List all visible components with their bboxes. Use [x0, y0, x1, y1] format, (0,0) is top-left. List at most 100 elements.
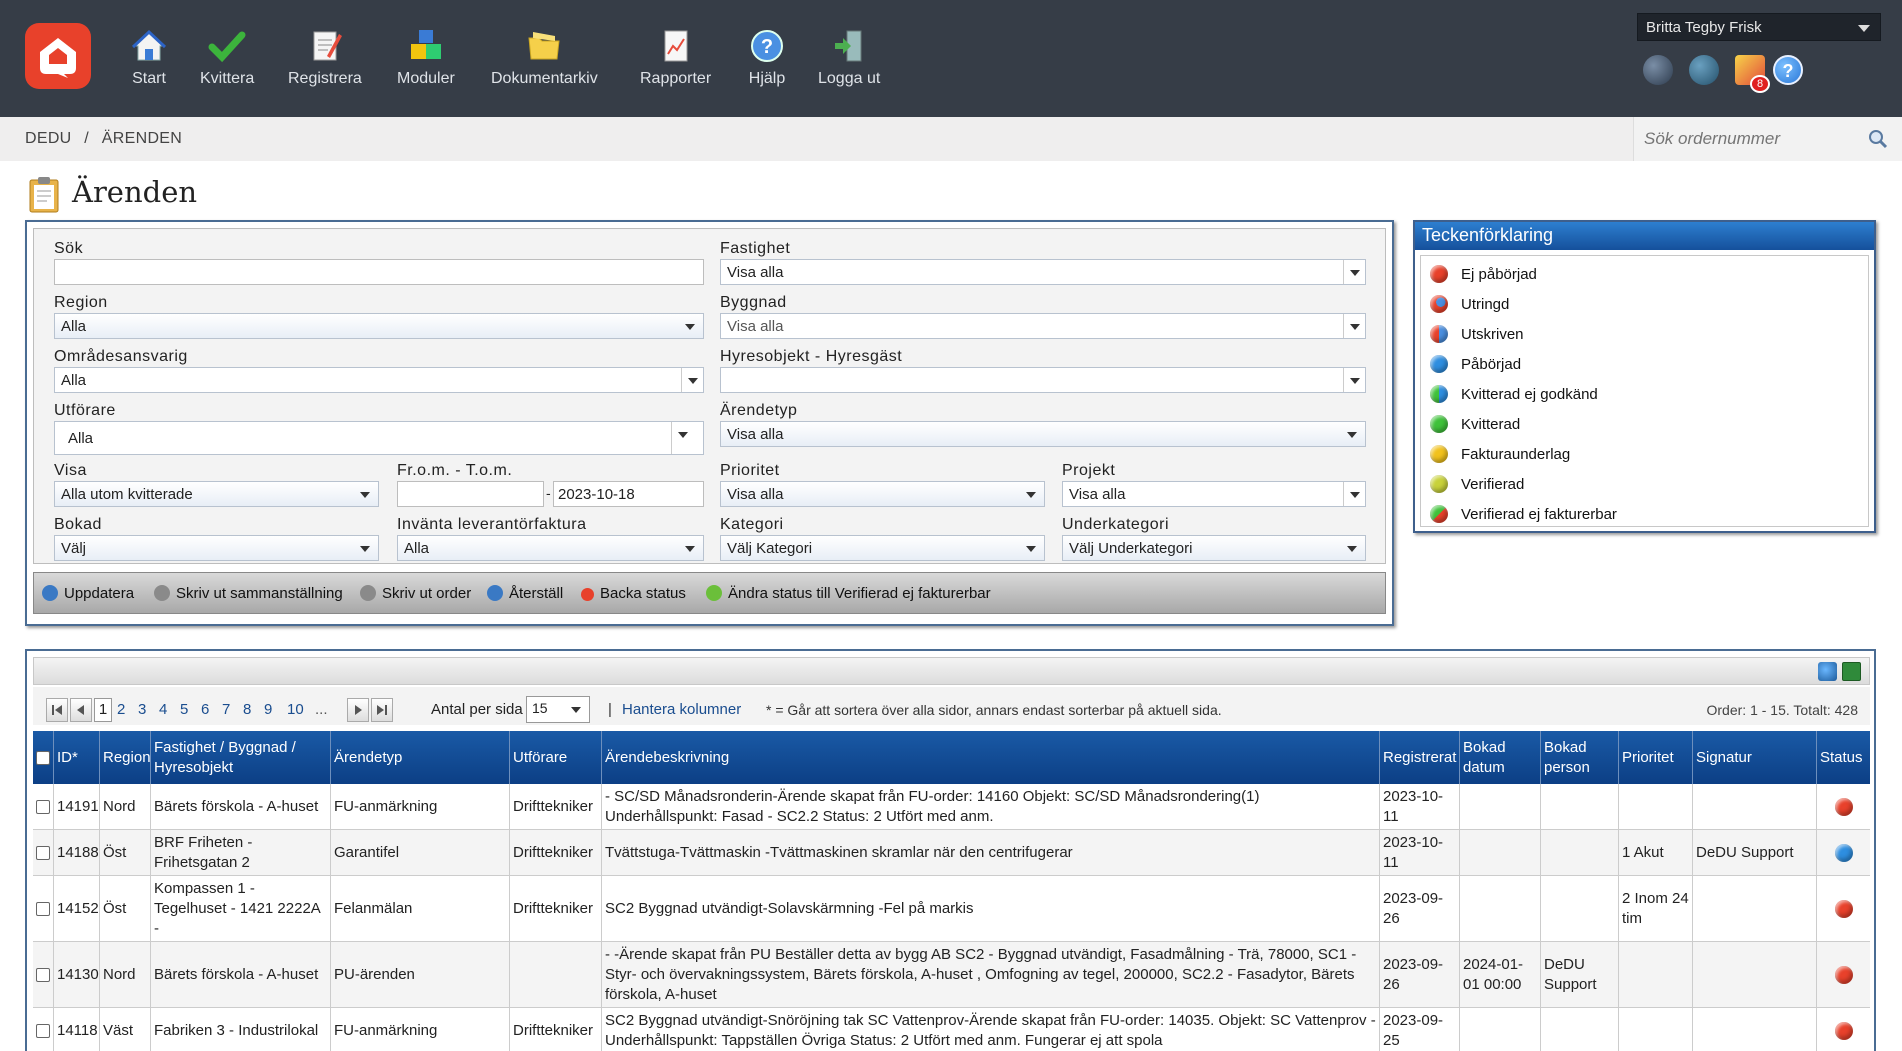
page-9[interactable]: 9 — [264, 701, 272, 718]
row-checkbox[interactable] — [36, 901, 50, 916]
prev-page-button[interactable] — [70, 698, 92, 722]
nav-label: Kvittera — [200, 70, 255, 87]
nav-kvittera[interactable]: Kvittera — [200, 26, 254, 88]
nav-dokumentarkiv[interactable]: Dokumentarkiv — [491, 26, 598, 88]
row-checkbox[interactable] — [36, 799, 50, 814]
map-export-icon[interactable] — [1818, 662, 1837, 681]
manage-columns-link[interactable]: Hantera kolumner — [622, 701, 741, 718]
cell-bdatum — [1460, 876, 1541, 941]
skriv-ut-sammanstallning-button[interactable]: Skriv ut sammanställning — [154, 585, 343, 602]
utforare-select[interactable]: Alla — [54, 421, 704, 455]
nav-start[interactable]: Start — [129, 26, 169, 88]
col-signatur[interactable]: Signatur — [1693, 731, 1817, 784]
page-3[interactable]: 3 — [138, 701, 146, 718]
col-utforare[interactable]: Utförare — [510, 731, 602, 784]
first-page-button[interactable] — [46, 698, 68, 722]
notifications-icon[interactable]: 8 — [1735, 55, 1770, 93]
per-page-select[interactable]: 15 — [526, 696, 590, 723]
chevron-down-icon — [1343, 260, 1365, 284]
nav-moduler[interactable]: Moduler — [397, 26, 455, 88]
sok-input[interactable] — [54, 259, 704, 285]
select-all-checkbox[interactable] — [36, 750, 50, 765]
chevron-down-icon — [1343, 482, 1365, 506]
col-beskrivning[interactable]: Ärendebeskrivning — [602, 731, 1380, 784]
col-id[interactable]: ID* — [54, 731, 100, 784]
bokad-value: Välj — [61, 540, 87, 557]
page-6[interactable]: 6 — [201, 701, 209, 718]
app-logo-icon[interactable] — [25, 23, 91, 89]
last-page-button[interactable] — [371, 698, 393, 722]
page-1[interactable]: 1 — [94, 698, 112, 722]
page-7[interactable]: 7 — [222, 701, 230, 718]
page-2[interactable]: 2 — [117, 701, 125, 718]
underkategori-select[interactable]: Välj Underkategori — [1062, 535, 1366, 561]
row-checkbox[interactable] — [36, 1023, 50, 1038]
page-4[interactable]: 4 — [159, 701, 167, 718]
col-status[interactable]: Status — [1817, 731, 1870, 784]
legend-title: Teckenförklaring — [1415, 222, 1874, 250]
prioritet-select[interactable]: Visa alla — [720, 481, 1045, 507]
visa-select[interactable]: Alla utom kvitterade — [54, 481, 379, 507]
verifierad-ej-fakturerbar-button[interactable]: Ändra status till Verifierad ej fakturer… — [706, 585, 991, 602]
from-date-input[interactable] — [397, 481, 544, 507]
nav-logga-ut[interactable]: Logga ut — [818, 26, 880, 88]
projekt-select[interactable]: Visa alla — [1062, 481, 1366, 507]
skriv-ut-sammanstallning-label: Skriv ut sammanställning — [176, 585, 343, 602]
cell-bdatum — [1460, 784, 1541, 829]
per-page-label: Antal per sida — [431, 701, 523, 718]
bokad-select[interactable]: Välj — [54, 535, 379, 561]
globe-icon[interactable] — [1689, 55, 1719, 85]
region-select[interactable]: Alla — [54, 313, 704, 339]
user-select[interactable]: Britta Tegby Frisk — [1637, 13, 1881, 41]
table-row[interactable]: 14188 Öst BRF Friheten - Frihetsgatan 2 Gar… — [33, 830, 1870, 876]
hyresobjekt-select[interactable] — [720, 367, 1366, 393]
breadcrumb-root[interactable]: DEDU — [25, 130, 72, 147]
col-registrerat[interactable]: Registrerat — [1380, 731, 1460, 784]
legend-item: Påbörjad — [1430, 355, 1521, 373]
page-more[interactable]: ... — [315, 701, 328, 718]
chevron-down-icon — [1858, 25, 1870, 32]
skriv-ut-order-button[interactable]: Skriv ut order — [360, 585, 471, 602]
arendetyp-select[interactable]: Visa alla — [720, 421, 1366, 447]
table-row[interactable]: 14191 Nord Bärets förskola - A-huset FU-anm… — [33, 784, 1870, 830]
row-checkbox[interactable] — [36, 967, 50, 982]
utforare-value: Alla — [68, 430, 94, 447]
chevron-down-icon — [671, 422, 703, 454]
nav-registrera[interactable]: Registrera — [288, 26, 362, 88]
col-region[interactable]: Region — [100, 731, 151, 784]
checkmark-icon — [207, 26, 247, 66]
omradesansvarig-select[interactable]: Alla — [54, 367, 704, 393]
invanta-select[interactable]: Alla — [397, 535, 704, 561]
table-row[interactable]: 14152 Öst Kompassen 1 - Tegelhuset - 1421 … — [33, 876, 1870, 942]
fastighet-select[interactable]: Visa alla — [720, 259, 1366, 285]
page-8[interactable]: 8 — [243, 701, 251, 718]
backa-status-button[interactable]: Backa status — [581, 585, 686, 602]
to-date-input[interactable]: 2023-10-18 — [553, 481, 704, 507]
page-10[interactable]: 10 — [287, 701, 304, 718]
col-bokad-datum[interactable]: Bokad datum — [1460, 731, 1541, 784]
col-arendetyp[interactable]: Ärendetyp — [331, 731, 510, 784]
nav-hjalp[interactable]: ? Hjälp — [747, 26, 787, 88]
page-5[interactable]: 5 — [180, 701, 188, 718]
order-search-input[interactable] — [1644, 126, 1864, 152]
col-bokad-person[interactable]: Bokad person — [1541, 731, 1619, 784]
row-checkbox[interactable] — [36, 845, 50, 860]
help-circle-icon[interactable]: ? — [1773, 55, 1803, 85]
action-toolbar: Uppdatera Skriv ut sammanställning Skriv… — [33, 572, 1386, 614]
nav-rapporter[interactable]: Rapporter — [640, 26, 711, 88]
grey-globe-icon[interactable] — [1643, 55, 1673, 85]
kategori-select[interactable]: Välj Kategori — [720, 535, 1045, 561]
col-fastighet[interactable]: Fastighet / Byggnad / Hyresobjekt — [151, 731, 331, 784]
excel-export-icon[interactable] — [1842, 662, 1861, 681]
cell-bdatum — [1460, 830, 1541, 875]
col-prioritet[interactable]: Prioritet — [1619, 731, 1693, 784]
table-row[interactable]: 14130 Nord Bärets förskola - A-huset PU-äre… — [33, 942, 1870, 1008]
aterstall-button[interactable]: Återställ — [487, 585, 563, 602]
byggnad-select[interactable]: Visa alla — [720, 313, 1366, 339]
table-row[interactable]: 14118 Väst Fabriken 3 - Industrilokal FU-an… — [33, 1008, 1870, 1051]
chevron-down-icon — [1347, 432, 1357, 438]
aterstall-label: Återställ — [509, 585, 564, 602]
search-icon[interactable] — [1868, 129, 1888, 149]
next-page-button[interactable] — [347, 698, 369, 722]
uppdatera-button[interactable]: Uppdatera — [42, 585, 134, 602]
